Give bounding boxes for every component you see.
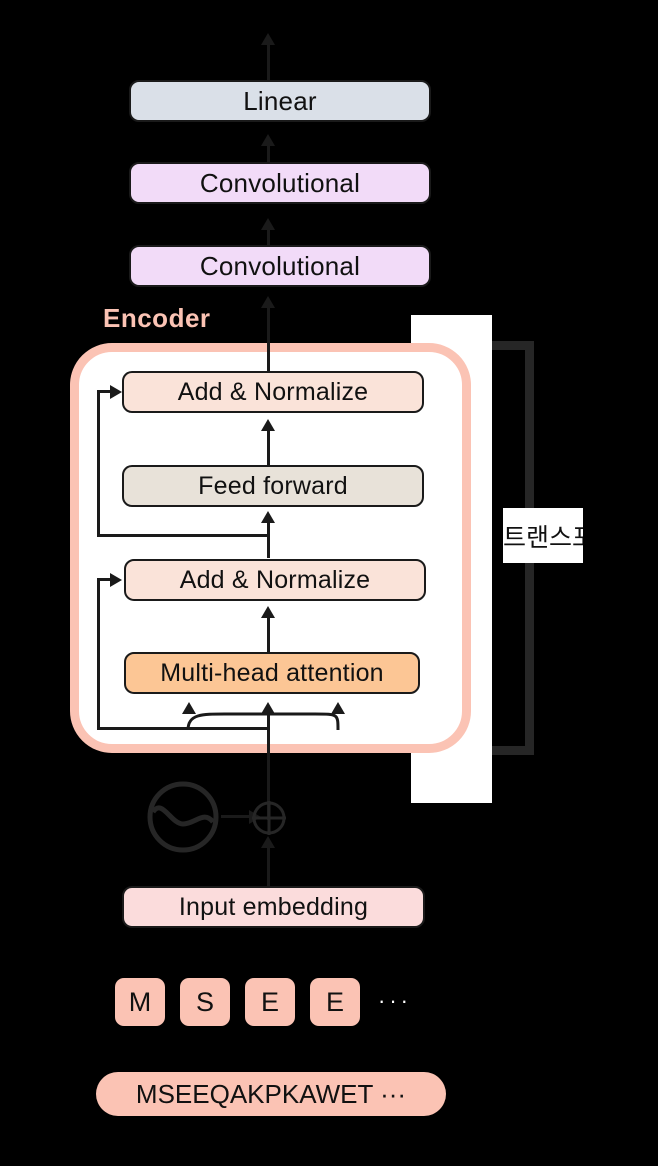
linear-block[interactable]: Linear <box>129 80 431 122</box>
residual-bottom-vertical <box>97 580 100 730</box>
arrow-conv-to-conv-head <box>261 218 275 230</box>
input-embedding-block[interactable]: Input embedding <box>122 886 425 928</box>
residual-bottom-arrowhead <box>110 573 122 587</box>
arrow-inputemb-to-plus-head <box>261 836 275 848</box>
architecture-diagram: 트랜스포 Linear Convolutional Convolutional … <box>0 0 658 1166</box>
sine-wave-circle-icon <box>147 781 219 853</box>
token-chip[interactable]: M <box>115 978 165 1026</box>
qkv-right-arrowhead <box>331 702 345 714</box>
residual-top-horizontal-in <box>97 390 111 393</box>
residual-bottom-horizontal-in <box>97 578 111 581</box>
residual-top-horizontal-bottom <box>97 534 267 537</box>
arrow-mha-to-addnorm-head <box>261 606 275 618</box>
add-normalize-block-top[interactable]: Add & Normalize <box>122 371 424 413</box>
residual-top-arrowhead <box>110 385 122 399</box>
qkv-center-arrowhead <box>261 702 275 714</box>
arrow-encoder-to-conv-head <box>261 296 275 308</box>
feed-forward-block[interactable]: Feed forward <box>122 465 424 507</box>
bracket-bottom-arm <box>492 746 534 755</box>
add-normalize-block-bottom[interactable]: Add & Normalize <box>124 559 426 601</box>
arrow-conv-to-linear-head <box>261 134 275 146</box>
token-chip[interactable]: E <box>310 978 360 1026</box>
arrow-mha-to-addnorm-line <box>267 615 270 653</box>
arrow-linear-out-head <box>261 33 275 45</box>
residual-top-vertical <box>97 392 100 537</box>
arrow-addnorm-top-out <box>267 333 270 375</box>
convolutional-block-top[interactable]: Convolutional <box>129 162 431 204</box>
arrow-linear-out-line <box>267 42 270 80</box>
bracket-label: 트랜스포 <box>503 508 583 563</box>
qkv-left-arrowhead <box>182 702 196 714</box>
arrow-addnorm-to-ff-head <box>261 511 275 523</box>
arrow-posenc-to-plus-line <box>221 815 251 818</box>
token-ellipsis: ··· <box>378 988 412 1013</box>
convolutional-block-bottom[interactable]: Convolutional <box>129 245 431 287</box>
arrow-ff-to-addnorm-head <box>261 419 275 431</box>
encoder-label: Encoder <box>103 303 211 333</box>
token-chip[interactable]: E <box>245 978 295 1026</box>
multi-head-attention-block[interactable]: Multi-head attention <box>124 652 420 694</box>
token-chip[interactable]: S <box>180 978 230 1026</box>
arrow-addnorm-to-ff-line <box>267 520 270 558</box>
arrow-inputemb-to-plus-line <box>267 845 270 887</box>
circled-plus-icon <box>252 801 286 835</box>
arrow-ff-to-addnorm-line <box>267 428 270 466</box>
raw-sequence-bar[interactable]: MSEEQAKPKAWET ··· <box>96 1072 446 1116</box>
arrow-encoder-to-conv-line <box>267 305 270 333</box>
